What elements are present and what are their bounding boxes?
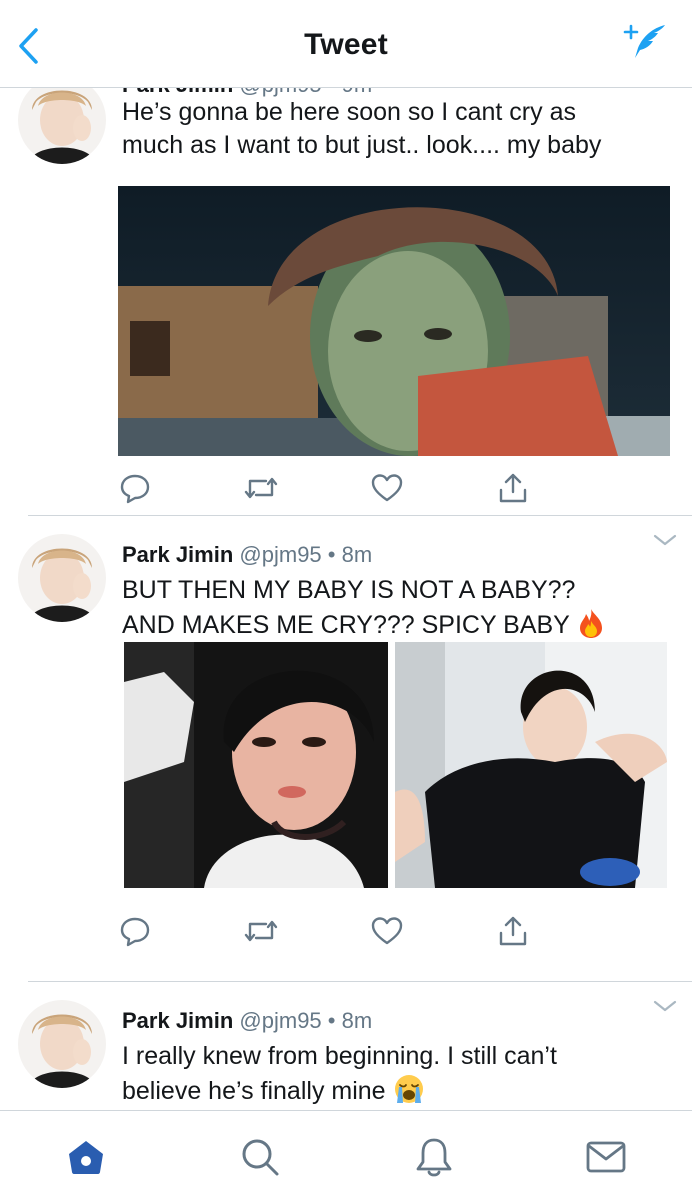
retweet-icon <box>244 477 278 499</box>
tweet-text-line: He’s gonna be here soon so I cant cry as <box>122 98 576 126</box>
avatar[interactable] <box>18 88 106 164</box>
tweet-text: BUT THEN MY BABY IS NOT A BABY?? AND MAK… <box>122 574 682 642</box>
tweet-text: I really knew from beginning. I still ca… <box>122 1040 682 1108</box>
tweet-actions <box>118 914 538 948</box>
compose-quill-icon <box>623 24 665 58</box>
avatar[interactable] <box>18 534 106 622</box>
tab-home[interactable] <box>62 1133 110 1181</box>
tweet-text: He’s gonna be here soon so I cant cry as… <box>122 96 682 162</box>
tweet-actions <box>118 471 538 505</box>
reply-icon <box>120 917 150 947</box>
author-name[interactable]: Park Jimin <box>122 1008 233 1033</box>
tweet[interactable]: Park Jimin @pjm95 • 9m He’s gonna be her… <box>0 88 692 516</box>
tab-search[interactable] <box>236 1133 284 1181</box>
chevron-down-icon <box>653 1000 677 1012</box>
top-bar: Tweet <box>0 0 692 88</box>
loudly-crying-face-emoji-icon <box>394 1075 423 1103</box>
bottom-tab-bar <box>0 1110 692 1200</box>
tweet-text-segment: believe he’s finally mine <box>122 1077 386 1105</box>
tweet-text-line: believe he’s finally mine <box>122 1073 682 1108</box>
reply-icon <box>120 474 150 504</box>
heart-icon <box>371 474 403 502</box>
tweet-photo[interactable] <box>124 642 388 888</box>
author-name[interactable]: Park Jimin <box>122 542 233 567</box>
share-icon <box>499 916 527 946</box>
like-button[interactable] <box>370 471 404 505</box>
tweet-header: Park Jimin @pjm95 • 8m <box>122 1008 372 1034</box>
tweet[interactable]: Park Jimin @pjm95 • 8m BUT THEN MY BABY … <box>0 516 692 982</box>
home-icon <box>69 1141 103 1174</box>
avatar[interactable] <box>18 1000 106 1088</box>
retweet-icon <box>244 920 278 942</box>
tweet-text-line: AND MAKES ME CRY??? SPICY BABY <box>122 607 682 642</box>
tweet-text-line: BUT THEN MY BABY IS NOT A BABY?? <box>122 576 576 604</box>
tweet-text-line: much as I want to but just.. look.... my… <box>122 131 602 159</box>
author-handle[interactable]: @pjm95 <box>239 1008 321 1033</box>
separator-dot: • <box>327 1008 336 1033</box>
compose-button[interactable] <box>622 20 670 68</box>
like-button[interactable] <box>370 914 404 948</box>
reply-button[interactable] <box>118 914 152 948</box>
separator-dot: • <box>327 542 336 567</box>
reply-button[interactable] <box>118 471 152 505</box>
tweet-menu-button[interactable] <box>652 998 678 1014</box>
tweet-photo[interactable] <box>395 642 667 888</box>
search-icon <box>242 1139 279 1176</box>
tweet-text-line: I really knew from beginning. I still ca… <box>122 1042 557 1070</box>
fire-emoji-icon <box>580 609 603 638</box>
tab-notifications[interactable] <box>410 1133 458 1181</box>
retweet-button[interactable] <box>244 914 278 948</box>
tweet-time: 8m <box>341 1008 373 1033</box>
tweet-menu-button[interactable] <box>652 532 678 548</box>
tweet-feed[interactable]: Park Jimin @pjm95 • 9m He’s gonna be her… <box>0 88 692 1110</box>
page-title: Tweet <box>304 28 388 61</box>
tweet-time: 8m <box>341 542 373 567</box>
messages-icon <box>586 1141 626 1173</box>
heart-icon <box>371 917 403 945</box>
tweet-header: Park Jimin @pjm95 • 8m <box>122 542 372 568</box>
share-button[interactable] <box>496 471 530 505</box>
author-handle[interactable]: @pjm95 <box>239 542 321 567</box>
share-icon <box>499 473 527 503</box>
chevron-down-icon <box>653 534 677 546</box>
retweet-button[interactable] <box>244 471 278 505</box>
tweet[interactable]: Park Jimin @pjm95 • 8m I really knew fro… <box>0 982 692 1110</box>
tweet-text-segment: AND MAKES ME CRY??? SPICY BABY <box>122 611 570 639</box>
tab-messages[interactable] <box>582 1133 630 1181</box>
share-button[interactable] <box>496 914 530 948</box>
notifications-icon <box>416 1138 452 1177</box>
tweet-photo[interactable] <box>118 186 670 456</box>
